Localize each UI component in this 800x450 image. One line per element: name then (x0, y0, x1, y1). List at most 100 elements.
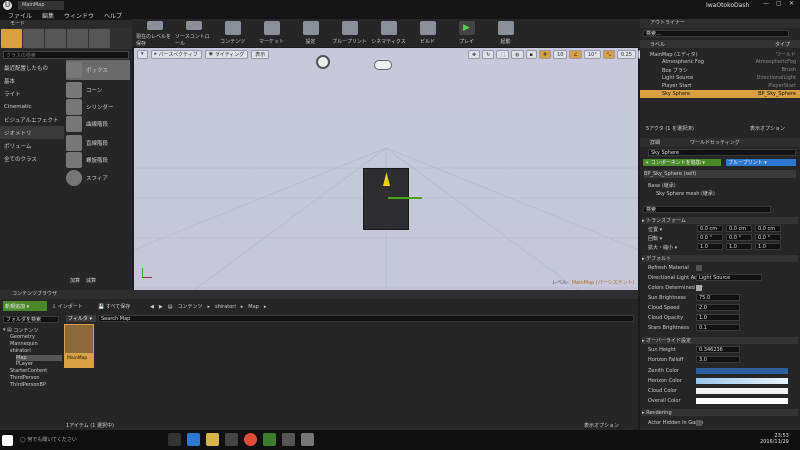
colors-determined-checkbox[interactable] (696, 285, 702, 291)
outliner-row[interactable]: MainMap (エディタ) ワールド (640, 50, 800, 58)
breadcrumb-content[interactable]: コンテンツ (177, 303, 202, 310)
sky-cloud-icon[interactable] (374, 60, 392, 70)
cloud-color-swatch[interactable] (696, 388, 788, 394)
location-z[interactable]: 0.0 cm (755, 225, 781, 232)
scale-x[interactable]: 1.0 (697, 243, 723, 250)
category-vfx[interactable]: ビジュアルエフェクト (0, 113, 64, 126)
sun-height-input[interactable]: 0.346236 (696, 346, 740, 353)
breadcrumb-map[interactable]: Map (248, 304, 259, 310)
lighting-button[interactable]: ◉ ライティング (204, 49, 249, 59)
outliner-row[interactable]: Atmospheric Fog AtmosphericFog (640, 58, 800, 66)
scale-tool-icon[interactable]: ⬚ (496, 50, 510, 59)
import-button[interactable]: ⇩ インポート (52, 302, 83, 311)
breadcrumb-shiratori[interactable]: shiratori (215, 304, 236, 310)
minimize-button[interactable]: — (763, 0, 775, 9)
cinematics-button[interactable]: シネマティクス (370, 19, 407, 47)
place-mode-icon[interactable] (1, 29, 22, 48)
launch-button[interactable]: 起動 (487, 19, 524, 47)
add-component-button[interactable]: + コンポーネントを追加 ▾ (643, 159, 721, 166)
viewport-options-button[interactable]: ▾ (137, 49, 148, 59)
tree-item[interactable]: ▾ ▤ コンテンツ (3, 326, 63, 334)
component-self[interactable]: BP_Sky_Sphere (self) (644, 170, 796, 178)
item-curved-stair[interactable]: 曲線階段 (66, 114, 130, 134)
blueprints-button[interactable]: ブループリント (331, 19, 368, 47)
rendering-section[interactable]: ▸ Rendering (642, 409, 798, 416)
grid-snap-icon[interactable]: # (538, 50, 552, 59)
scale-snap-value[interactable]: 0.25 (616, 50, 636, 59)
stars-brightness-input[interactable]: 0.1 (696, 324, 740, 331)
location-x[interactable]: 0.0 cm (697, 225, 723, 232)
rotation-z[interactable]: 0.0 ° (755, 234, 781, 241)
horizon-falloff-input[interactable]: 3.0 (696, 356, 740, 363)
scale-snap-icon[interactable]: ⤡ (602, 50, 615, 59)
actor-name-input[interactable]: Sky Sphere (648, 149, 796, 156)
clock[interactable]: 23:53 2016/11/29 (760, 433, 789, 445)
explorer-icon[interactable] (206, 433, 219, 446)
category-cinematic[interactable]: Cinematic (0, 100, 64, 113)
tree-item[interactable]: StarterContent (10, 368, 47, 374)
location-label[interactable]: 位置 ▾ (648, 226, 662, 233)
zenith-color-swatch[interactable] (696, 368, 788, 374)
item-box[interactable]: ボックス (66, 60, 130, 80)
details-search-input[interactable]: 検索 (643, 206, 771, 213)
outliner-row[interactable]: Box ブラシ Brush (640, 66, 800, 74)
edge-icon[interactable] (187, 433, 200, 446)
windows-start-icon[interactable] (2, 434, 13, 446)
menu-window[interactable]: ウィンドウ (64, 11, 94, 20)
chrome-icon[interactable] (244, 433, 257, 446)
rotation-y[interactable]: 0.0 ° (726, 234, 752, 241)
menu-edit[interactable]: 編集 (42, 11, 54, 20)
outliner-row-selected[interactable]: Sky Sphere BP_Sky_Sphere (640, 90, 800, 98)
content-button[interactable]: コンテンツ (214, 19, 251, 47)
content-view-options[interactable]: 表示オプション (584, 422, 619, 429)
tree-item[interactable]: Geometry (10, 334, 35, 340)
sun-brightness-input[interactable]: 75.0 (696, 294, 740, 301)
category-basic[interactable]: 基本 (0, 74, 64, 87)
foliage-mode-icon[interactable] (67, 29, 88, 48)
tree-item[interactable]: shiratori (10, 348, 31, 354)
details-tab[interactable]: 詳細 (650, 139, 660, 146)
additive-option[interactable]: 加算 (70, 277, 80, 284)
modes-tab[interactable]: モード (0, 20, 132, 28)
world-space-icon[interactable]: ◍ (511, 50, 524, 59)
hidden-in-game-checkbox[interactable] (696, 420, 702, 426)
outliner-row[interactable]: Light Source DirectionalLight (640, 74, 800, 82)
back-icon[interactable]: ◀ (150, 304, 154, 310)
category-recent[interactable]: 最近配置したもの (0, 61, 64, 74)
outliner-row[interactable]: Player Start PlayerStart (640, 82, 800, 90)
surface-snap-icon[interactable]: ▪ (525, 50, 537, 59)
geometry-mode-icon[interactable] (89, 29, 110, 48)
settings-button[interactable]: 設定 (292, 19, 329, 47)
build-button[interactable]: ビルド (409, 19, 446, 47)
taskbar-search[interactable]: ◯ 何でも聞いてください (20, 436, 77, 444)
marketplace-button[interactable]: マーケット (253, 19, 290, 47)
asset-search-input[interactable]: Search Map (98, 315, 634, 322)
world-settings-tab[interactable]: ワールドセッティング (690, 139, 740, 146)
scale-y[interactable]: 1.0 (726, 243, 752, 250)
rotation-snap-icon[interactable]: ∠ (569, 50, 582, 59)
outliner-view-options[interactable]: 表示オプション (750, 125, 785, 132)
show-button[interactable]: 表示 (251, 49, 270, 59)
item-sphere[interactable]: スフィア (66, 168, 130, 188)
store-icon[interactable] (225, 433, 238, 446)
rotation-snap-value[interactable]: 10° (583, 50, 601, 59)
default-section[interactable]: ▸ デフォルト (642, 255, 798, 262)
asset-tile-selected[interactable]: MainMap (64, 324, 94, 368)
cloud-opacity-input[interactable]: 1.0 (696, 314, 740, 321)
perspective-button[interactable]: ▸ パースペクティブ (150, 49, 202, 59)
level-tab[interactable]: MainMap (18, 1, 64, 10)
save-all-button[interactable]: 💾 すべて保存 (98, 302, 130, 311)
unreal-icon[interactable] (282, 433, 295, 446)
tree-item[interactable]: Mannequin (10, 341, 38, 347)
horizon-color-swatch[interactable] (696, 378, 788, 384)
rotation-label[interactable]: 回転 ▾ (648, 235, 662, 242)
class-search-input[interactable]: クラスの検索 (3, 51, 129, 59)
scale-z[interactable]: 1.0 (755, 243, 781, 250)
play-button[interactable]: ▶ プレイ (448, 19, 485, 47)
landscape-mode-icon[interactable] (45, 29, 66, 48)
app-icon[interactable] (301, 433, 314, 446)
directional-light-select[interactable]: Light Source (696, 274, 762, 281)
component-mesh[interactable]: Sky Sphere mesh (継承) (656, 190, 715, 197)
scale-label[interactable]: 拡大・縮小 ▾ (648, 244, 677, 251)
subtractive-option[interactable]: 減算 (86, 277, 96, 284)
